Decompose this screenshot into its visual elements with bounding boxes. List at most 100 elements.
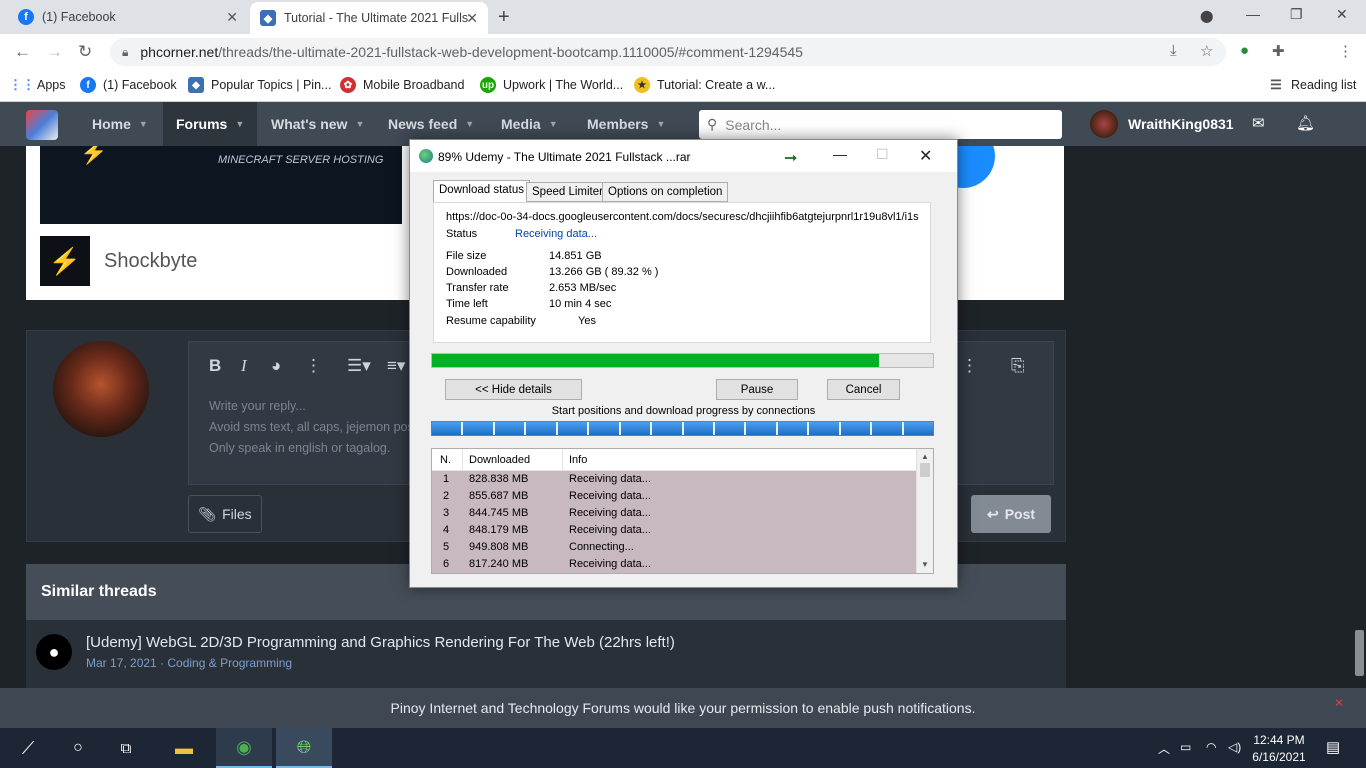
tab-options-on-completion[interactable]: Options on completion <box>602 182 729 202</box>
nav-forums[interactable]: Forums ▼ <box>163 102 258 146</box>
browser-toolbar: ← → ↻ 🔒︎ phcorner.net/threads/the-ultima… <box>0 34 1366 96</box>
reading-list-button[interactable]: ☰ Reading list <box>1268 77 1356 93</box>
nav-whats-new[interactable]: What's new ▼ <box>259 102 376 146</box>
ad-banner[interactable]: ⚡ MINECRAFT SERVER HOSTING <box>40 146 402 224</box>
table-row[interactable]: 6 817.240 MB Receiving data... <box>432 556 917 573</box>
windows-taskbar: ⟋ ○ ⧉ ▬ ◉ 🌐︎ ︿ ▭ ◠ ◁) 12:44 PM 6/16/2021… <box>0 728 1366 768</box>
notifications-icon[interactable]: ▤ <box>1326 738 1340 756</box>
arrow-right-icon: ➞ <box>784 150 798 167</box>
column-header-n[interactable]: N. <box>440 454 451 466</box>
tab-facebook[interactable]: f (1) Facebook ✕ <box>8 0 248 34</box>
column-header-info[interactable]: Info <box>569 454 587 466</box>
extensions-icon[interactable]: ✚ <box>1272 42 1285 60</box>
pause-button[interactable]: Pause <box>716 379 798 400</box>
more-options-icon[interactable]: ⋮ <box>305 356 322 376</box>
bookmark-apps[interactable]: ⋮⋮ Apps <box>9 77 66 93</box>
bookmark-popular-topics[interactable]: ◆ Popular Topics | Pin... <box>188 77 331 93</box>
table-row[interactable]: 5 949.808 MB Connecting... <box>432 539 917 556</box>
close-window-icon[interactable]: ✕ <box>1336 6 1348 23</box>
preview-icon[interactable]: ⎘ <box>1011 356 1025 376</box>
new-tab-button[interactable]: + <box>498 6 510 29</box>
search-placeholder: Search... <box>725 116 782 133</box>
inbox-icon[interactable]: ✉ <box>1252 114 1265 132</box>
tab-search-icon[interactable]: ⬤ <box>1200 9 1213 23</box>
avatar <box>53 341 149 437</box>
scrollbar-thumb[interactable] <box>920 463 930 477</box>
table-row[interactable]: 1 828.838 MB Receiving data... <box>432 471 917 488</box>
idm-extension-icon[interactable]: ● <box>1240 42 1249 59</box>
file-explorer-icon[interactable]: ▬ <box>156 728 212 768</box>
install-icon[interactable]: ⤓ <box>1170 42 1177 59</box>
page-scrollbar[interactable] <box>1352 146 1366 688</box>
table-row[interactable]: 4 848.179 MB Receiving data... <box>432 522 917 539</box>
site-search-input[interactable]: ⚲ Search... <box>699 110 1062 139</box>
bookmark-facebook[interactable]: f (1) Facebook <box>80 77 177 93</box>
close-icon[interactable]: ✕ <box>226 9 238 26</box>
bold-icon[interactable]: B <box>209 356 221 376</box>
column-divider[interactable] <box>562 449 563 471</box>
forward-icon[interactable]: → <box>46 42 63 62</box>
italic-icon[interactable]: I <box>241 356 247 376</box>
nav-home[interactable]: Home ▼ <box>80 102 160 146</box>
bell-icon[interactable]: 🔔︎ <box>1296 114 1315 132</box>
file-size-label: File size <box>446 250 487 262</box>
table-row[interactable]: 3 844.745 MB Receiving data... <box>432 505 917 522</box>
reading-list-label: Reading list <box>1291 78 1357 92</box>
idm-icon[interactable]: 🌐︎ <box>276 728 332 768</box>
align-icon[interactable]: ≡▾ <box>387 356 405 376</box>
scroll-down-icon[interactable]: ▼ <box>921 560 929 569</box>
thread-meta[interactable]: Mar 17, 2021 · Coding & Programming <box>86 656 675 670</box>
download-status-panel: https://doc-0o-34-docs.googleusercontent… <box>433 202 931 343</box>
ad-name[interactable]: Shockbyte <box>104 250 197 273</box>
ad-banner-text: MINECRAFT SERVER HOSTING <box>218 154 384 166</box>
connection-segment <box>777 422 810 435</box>
close-icon[interactable]: ✕ <box>1334 696 1344 710</box>
list-icon[interactable]: ☰▾ <box>347 356 371 376</box>
chrome-icon[interactable]: ◉ <box>216 728 272 768</box>
palette-icon[interactable]: ◕ <box>271 356 281 376</box>
list-item[interactable]: ● [Udemy] WebGL 2D/3D Programming and Gr… <box>36 634 675 670</box>
tab-speed-limiter[interactable]: Speed Limiter <box>526 182 609 202</box>
address-bar[interactable]: 🔒︎ phcorner.net/threads/the-ultimate-202… <box>110 38 1226 66</box>
user-menu[interactable]: WraithKing0831 <box>1090 110 1234 138</box>
maximize-icon[interactable]: ☐ <box>876 146 889 163</box>
tab-tutorial[interactable]: ◆ Tutorial - The Ultimate 2021 Fullst ✕ <box>250 2 488 34</box>
site-logo[interactable] <box>26 110 58 140</box>
clock[interactable]: 12:44 PM 6/16/2021 <box>1244 732 1314 766</box>
reload-icon[interactable]: ↻ <box>78 42 92 62</box>
column-divider[interactable] <box>462 449 463 471</box>
cancel-button[interactable]: Cancel <box>827 379 900 400</box>
tab-download-status[interactable]: Download status <box>433 180 531 202</box>
chevron-up-icon[interactable]: ︿ <box>1158 740 1170 757</box>
bookmark-tutorial[interactable]: ★ Tutorial: Create a w... <box>634 77 775 93</box>
post-reply-button[interactable]: ↩ Post <box>971 495 1051 533</box>
back-icon[interactable]: ← <box>14 42 31 62</box>
task-view-icon[interactable]: ⧉ <box>98 728 154 768</box>
volume-icon[interactable]: ◁) <box>1228 740 1241 754</box>
attach-files-button[interactable]: 📎︎ Files <box>188 495 262 533</box>
table-row[interactable]: 2 855.687 MB Receiving data... <box>432 488 917 505</box>
close-icon[interactable]: ✕ <box>466 10 478 27</box>
minimize-icon[interactable]: — <box>1246 6 1260 22</box>
minimize-icon[interactable]: — <box>833 146 847 162</box>
connection-segment <box>652 422 684 435</box>
more-options-icon[interactable]: ⋮ <box>961 356 978 376</box>
bookmark-star-icon[interactable]: ☆ <box>1200 42 1213 60</box>
battery-icon[interactable]: ▭ <box>1180 740 1191 754</box>
restore-icon[interactable]: ❐ <box>1290 6 1303 23</box>
column-header-downloaded[interactable]: Downloaded <box>469 454 530 466</box>
hide-details-button[interactable]: << Hide details <box>445 379 582 400</box>
wifi-icon[interactable]: ◠ <box>1206 740 1216 754</box>
start-icon[interactable]: ⟋ <box>0 728 56 768</box>
thread-title[interactable]: [Udemy] WebGL 2D/3D Programming and Grap… <box>86 634 675 651</box>
close-icon[interactable]: ✕ <box>919 146 932 166</box>
bookmark-mobile-broadband[interactable]: ✿ Mobile Broadband <box>340 77 464 93</box>
scroll-up-icon[interactable]: ▲ <box>921 452 929 461</box>
table-scrollbar[interactable]: ▲ ▼ <box>916 449 933 573</box>
bookmark-upwork[interactable]: up Upwork | The World... <box>480 77 623 93</box>
dialog-titlebar[interactable]: 89% Udemy - The Ultimate 2021 Fullstack … <box>410 140 957 172</box>
search-icon: ⚲ <box>707 116 718 132</box>
scrollbar-thumb[interactable] <box>1355 630 1364 676</box>
nav-label: Forums <box>176 116 228 132</box>
menu-icon[interactable]: ⋮ <box>1338 42 1353 60</box>
